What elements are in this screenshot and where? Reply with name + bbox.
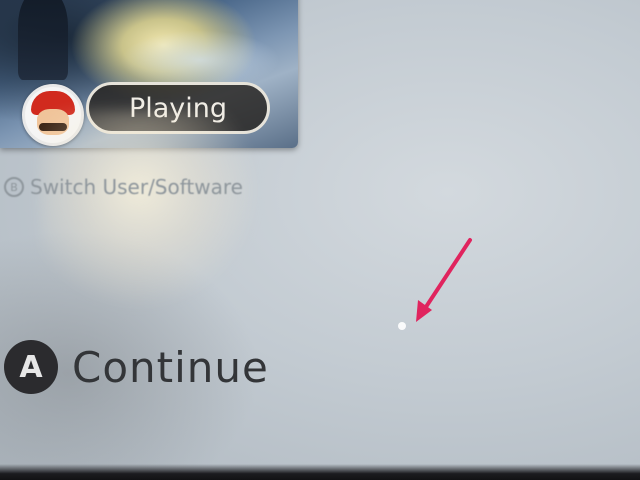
game-card[interactable]: Playing — [0, 0, 298, 148]
a-button-icon: A — [4, 340, 58, 394]
avatar-face — [37, 109, 69, 135]
playing-status-label: Playing — [128, 92, 228, 124]
annotation-arrow-line — [418, 238, 472, 318]
switch-user-software-label: Switch User/Software — [30, 175, 243, 199]
annotation-arrow-head — [416, 300, 432, 322]
continue-label: Continue — [72, 342, 269, 392]
continue-action[interactable]: A Continue — [4, 340, 269, 394]
suspended-game-screen: Playing B Switch User/Software A Continu… — [0, 0, 640, 480]
playing-status-badge: Playing — [86, 82, 270, 134]
screen-bezel — [0, 464, 640, 480]
card-artwork-figure — [18, 0, 68, 80]
mario-avatar-icon — [22, 84, 84, 146]
screen-speck — [398, 322, 406, 330]
card-artwork-cloud — [120, 30, 280, 90]
switch-user-software-hint[interactable]: B Switch User/Software — [4, 175, 243, 199]
b-button-icon: B — [4, 177, 24, 197]
avatar-mustache — [39, 123, 67, 131]
